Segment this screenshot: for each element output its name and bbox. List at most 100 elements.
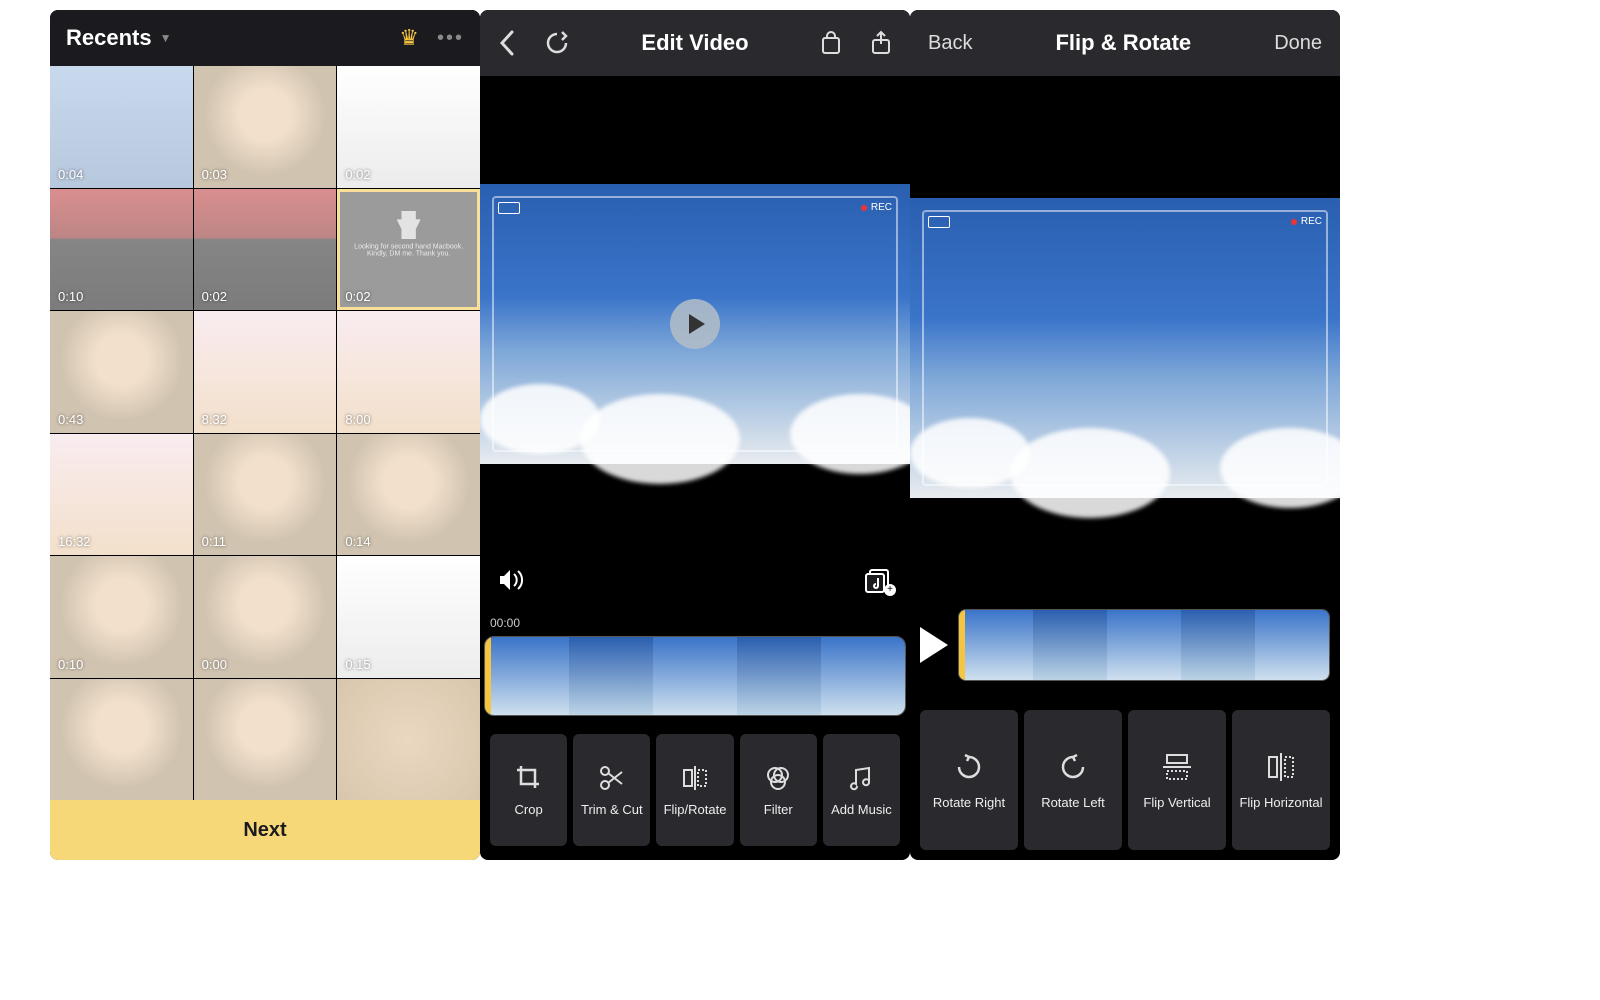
video-thumb[interactable]: 0:03	[194, 66, 337, 188]
flip-rotate-tool[interactable]: Flip/Rotate	[656, 734, 733, 846]
more-icon[interactable]: •••	[437, 27, 464, 50]
tool-row: Crop Trim & Cut Flip/Rotate Filter Add M…	[480, 720, 910, 860]
music-icon	[847, 764, 875, 792]
thumb-overlay-text: Looking for second hand Macbook. Kindly,…	[352, 244, 466, 258]
back-icon[interactable]	[498, 30, 516, 56]
crop-icon	[515, 764, 543, 792]
play-button[interactable]	[670, 299, 720, 349]
video-grid: 0:04 0:03 0:02 0:10 0:02 Looking for sec…	[50, 66, 480, 800]
thumb-duration: 0:11	[202, 534, 226, 549]
thumb-duration: 0:00	[202, 657, 227, 672]
flip-title: Flip & Rotate	[990, 30, 1256, 56]
video-thumb[interactable]: 0:04	[50, 66, 193, 188]
edit-title: Edit Video	[598, 30, 792, 56]
video-thumb[interactable]	[194, 679, 337, 801]
flip-rotate-panel: Back Flip & Rotate Done REC Rotate Right	[910, 10, 1340, 860]
flip-vertical-icon	[1161, 751, 1193, 783]
thumb-duration: 0:43	[58, 412, 83, 427]
gallery-header: Recents ▼ ♛ •••	[50, 10, 480, 66]
video-thumb[interactable]: 0:11	[194, 434, 337, 556]
timeline-strip[interactable]	[484, 636, 906, 716]
filter-icon	[764, 764, 792, 792]
crop-tool[interactable]: Crop	[490, 734, 567, 846]
playhead[interactable]	[959, 609, 965, 681]
video-thumb[interactable]: 16:32	[50, 434, 193, 556]
preview-controls: +	[480, 552, 910, 608]
thumb-duration: 0:10	[58, 657, 83, 672]
share-icon[interactable]	[870, 30, 892, 56]
tool-label: Rotate Left	[1041, 795, 1105, 810]
chevron-down-icon[interactable]: ▼	[160, 31, 172, 45]
flip-header: Back Flip & Rotate Done	[910, 10, 1340, 76]
tool-label: Trim & Cut	[581, 802, 643, 817]
hourglass-icon	[397, 211, 421, 239]
video-thumb[interactable]: 0:14	[337, 434, 480, 556]
tool-label: Add Music	[831, 802, 892, 817]
tool-label: Flip Vertical	[1143, 795, 1210, 810]
video-thumb[interactable]: 0:10	[50, 189, 193, 311]
flip-timeline-row	[910, 590, 1340, 700]
done-button[interactable]: Done	[1274, 32, 1322, 55]
flip-horizontal-icon	[1265, 751, 1297, 783]
video-thumb-selected[interactable]: Looking for second hand Macbook. Kindly,…	[337, 189, 480, 311]
flip-preview[interactable]: REC	[910, 76, 1340, 590]
tool-label: Crop	[515, 802, 543, 817]
thumb-duration: 0:02	[202, 289, 227, 304]
edit-header: Edit Video	[480, 10, 910, 76]
video-thumb[interactable]: 0:10	[50, 556, 193, 678]
next-button[interactable]: Next	[50, 800, 480, 860]
bag-icon[interactable]	[820, 30, 842, 56]
tool-label: Rotate Right	[933, 795, 1005, 810]
rotate-right-icon	[953, 751, 985, 783]
playhead[interactable]	[485, 636, 491, 716]
video-thumb[interactable]: 0:15	[337, 556, 480, 678]
next-label: Next	[243, 819, 286, 842]
volume-icon[interactable]	[498, 568, 526, 592]
video-thumb[interactable]: 8:32	[194, 311, 337, 433]
thumb-duration: 8:32	[202, 412, 227, 427]
battery-icon	[498, 202, 520, 214]
rotate-left-icon	[1057, 751, 1089, 783]
rec-indicator: REC	[861, 202, 892, 213]
flip-vertical-tool[interactable]: Flip Vertical	[1128, 710, 1226, 850]
thumb-duration: 0:02	[345, 289, 370, 304]
video-thumb[interactable]: 0:02	[194, 189, 337, 311]
edit-video-panel: Edit Video REC + 00:00	[480, 10, 910, 860]
video-thumb[interactable]: 0:43	[50, 311, 193, 433]
trim-tool[interactable]: Trim & Cut	[573, 734, 650, 846]
thumb-duration: 0:15	[345, 657, 370, 672]
rotate-right-tool[interactable]: Rotate Right	[920, 710, 1018, 850]
gallery-panel: Recents ▼ ♛ ••• 0:04 0:03 0:02 0:10 0:02…	[50, 10, 480, 860]
back-button[interactable]: Back	[928, 32, 972, 55]
video-thumb[interactable]	[337, 679, 480, 801]
thumb-duration: 8:00	[345, 412, 370, 427]
timeline-strip[interactable]	[958, 609, 1330, 681]
thumb-duration: 0:04	[58, 167, 83, 182]
play-icon[interactable]	[920, 627, 948, 663]
tool-label: Filter	[764, 802, 793, 817]
video-preview[interactable]: REC	[480, 76, 910, 552]
tool-label: Flip/Rotate	[664, 802, 727, 817]
video-thumb[interactable]	[50, 679, 193, 801]
flip-horizontal-tool[interactable]: Flip Horizontal	[1232, 710, 1330, 850]
music-tool[interactable]: Add Music	[823, 734, 900, 846]
timeline[interactable]: 00:00	[480, 608, 910, 720]
gallery-title[interactable]: Recents	[66, 25, 152, 51]
thumb-duration: 0:10	[58, 289, 83, 304]
video-thumb[interactable]: 8:00	[337, 311, 480, 433]
video-thumb[interactable]: 0:02	[337, 66, 480, 188]
thumb-duration: 0:03	[202, 167, 227, 182]
rec-indicator: REC	[1291, 216, 1322, 227]
rotate-left-tool[interactable]: Rotate Left	[1024, 710, 1122, 850]
tool-label: Flip Horizontal	[1239, 795, 1322, 810]
thumb-duration: 0:02	[345, 167, 370, 182]
video-thumb[interactable]: 0:00	[194, 556, 337, 678]
thumb-duration: 0:14	[345, 534, 370, 549]
redo-icon[interactable]	[544, 30, 570, 56]
add-music-icon[interactable]: +	[864, 566, 892, 594]
filter-tool[interactable]: Filter	[740, 734, 817, 846]
thumb-duration: 16:32	[58, 534, 91, 549]
crown-icon[interactable]: ♛	[399, 25, 419, 51]
timeline-code: 00:00	[490, 616, 906, 630]
flip-icon	[681, 764, 709, 792]
